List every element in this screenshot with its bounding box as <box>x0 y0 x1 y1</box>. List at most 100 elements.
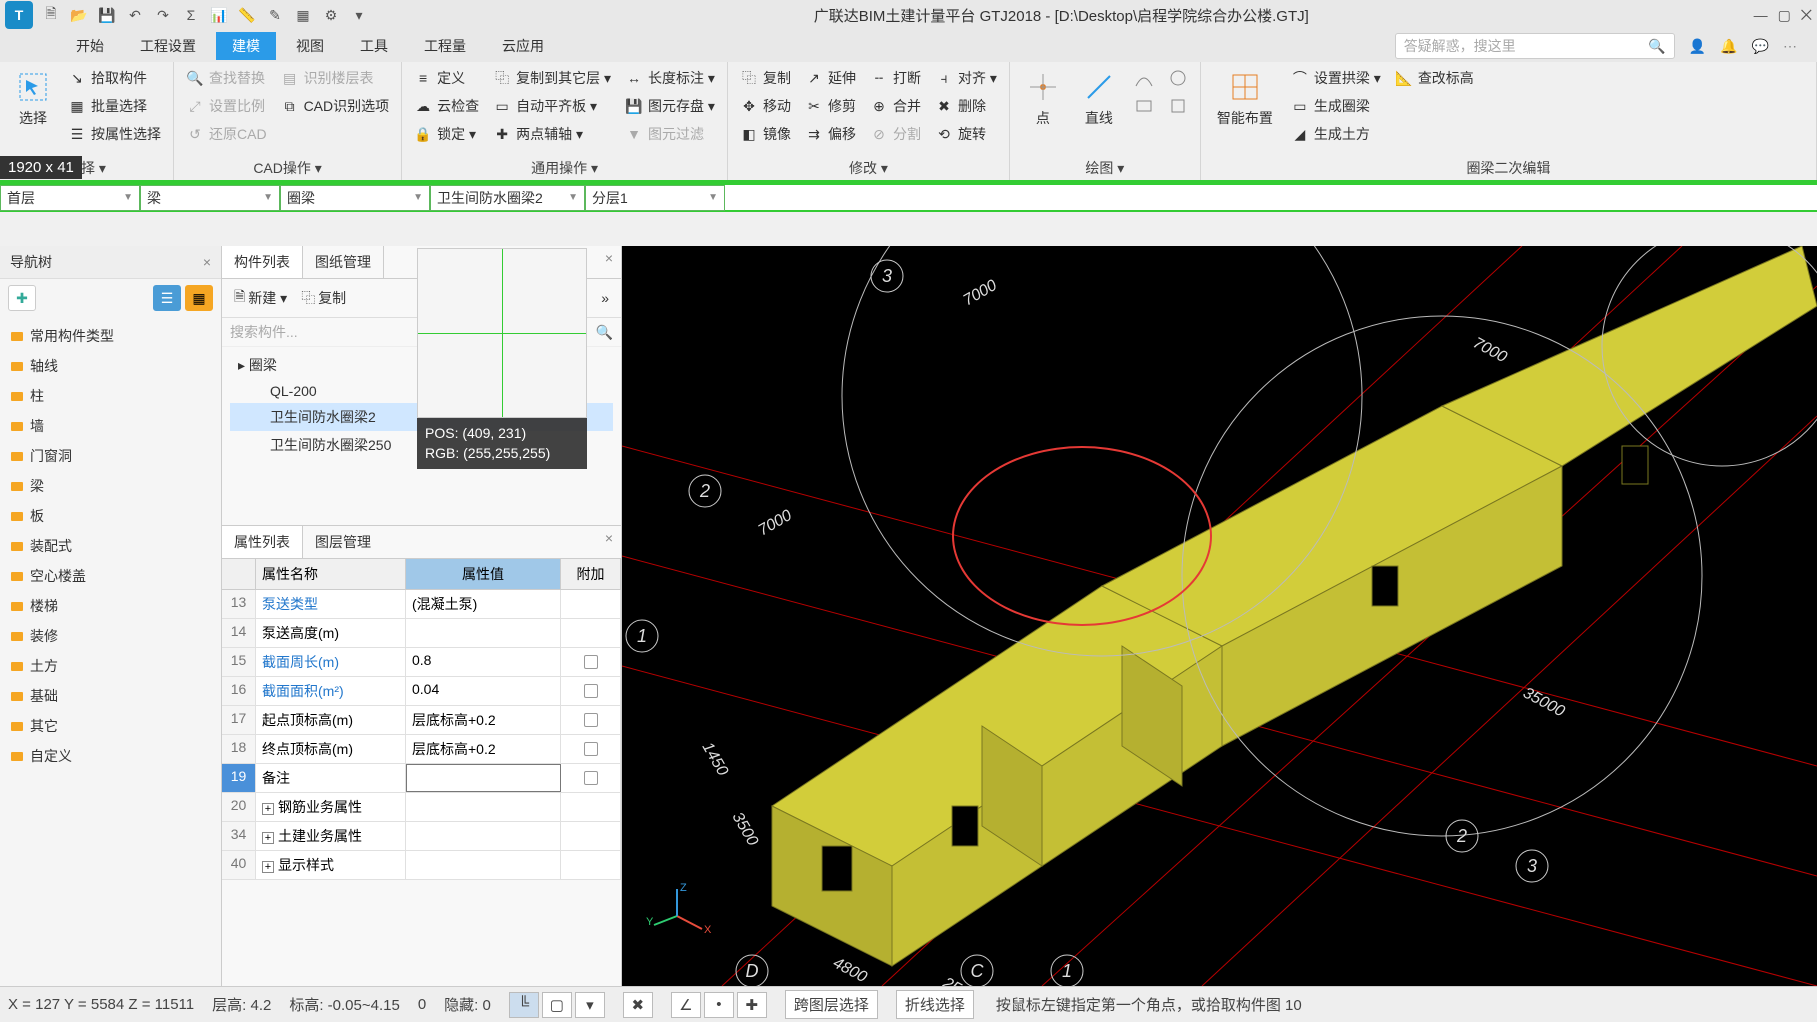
snap-cross-icon[interactable]: ✚ <box>737 992 767 1018</box>
snap-angle-icon[interactable]: ∠ <box>671 992 701 1018</box>
lock[interactable]: 🔒锁定 ▾ <box>410 122 483 146</box>
cloud-check[interactable]: ☁云检查 <box>410 94 483 118</box>
nav-item[interactable]: 轴线 <box>0 351 221 381</box>
property-row[interactable]: 13泵送类型(混凝土泵) <box>222 590 621 619</box>
polyline-select[interactable]: 折线选择 <box>896 990 974 1019</box>
type-dropdown[interactable]: 圈梁▼ <box>280 185 430 211</box>
nav-item[interactable]: 装修 <box>0 621 221 651</box>
dropdown-icon[interactable]: ▾ <box>349 5 369 25</box>
batch-select[interactable]: ▦批量选择 <box>64 94 165 118</box>
polygon-tool[interactable] <box>1164 94 1192 118</box>
tab-property-list[interactable]: 属性列表 <box>222 526 303 558</box>
nav-item[interactable]: 板 <box>0 501 221 531</box>
rotate[interactable]: ⟲旋转 <box>931 122 1001 146</box>
select-tool[interactable]: 选择 <box>8 66 58 132</box>
more-icon[interactable]: » <box>597 288 613 308</box>
recognize-floor-table[interactable]: ▤识别楼层表 <box>277 66 394 90</box>
report-icon[interactable]: 📊 <box>209 5 229 25</box>
ribbon-label[interactable]: 修改 ▾ <box>736 156 1001 178</box>
view-mode-1[interactable]: ╚ <box>509 992 539 1018</box>
layer-dropdown[interactable]: 分层1▼ <box>585 185 725 211</box>
two-point-axis[interactable]: ✚两点辅轴 ▾ <box>489 122 615 146</box>
tab-cloud[interactable]: 云应用 <box>486 32 560 60</box>
element-filter[interactable]: ▼图元过滤 <box>621 122 719 146</box>
cross-layer-select[interactable]: 跨图层选择 <box>785 990 878 1019</box>
ribbon-label[interactable]: 通用操作 ▾ <box>410 156 719 178</box>
mirror[interactable]: ◧镜像 <box>736 122 795 146</box>
rect-tool[interactable] <box>1130 94 1158 118</box>
tab-project-settings[interactable]: 工程设置 <box>124 32 212 60</box>
view-mode-2[interactable]: ▢ <box>542 992 572 1018</box>
copy-to-other-layers[interactable]: ⿻复制到其它层 ▾ <box>489 66 615 90</box>
new-file-icon[interactable]: 🗎 <box>41 5 61 25</box>
trim[interactable]: ✂修剪 <box>801 94 860 118</box>
divide[interactable]: ⊘分割 <box>866 122 925 146</box>
ruler-icon[interactable]: 📏 <box>237 5 257 25</box>
arc-tool[interactable] <box>1130 66 1158 90</box>
property-row[interactable]: 20+钢筋业务属性 <box>222 793 621 822</box>
sum-icon[interactable]: Σ <box>181 5 201 25</box>
nav-item[interactable]: 门窗洞 <box>0 441 221 471</box>
property-row[interactable]: 18终点顶标高(m)层底标高+0.2 <box>222 735 621 764</box>
edit-icon[interactable]: ✎ <box>265 5 285 25</box>
list-view-icon[interactable]: ☰ <box>153 285 181 311</box>
property-row[interactable]: 17起点顶标高(m)层底标高+0.2 <box>222 706 621 735</box>
property-row[interactable]: 19备注 <box>222 764 621 793</box>
move[interactable]: ✥移动 <box>736 94 795 118</box>
snap-point-icon[interactable]: • <box>704 992 734 1018</box>
find-replace[interactable]: 🔍查找替换 <box>182 66 271 90</box>
break[interactable]: ╌打断 <box>866 66 925 90</box>
close-icon[interactable]: ⨉ <box>1801 7 1812 24</box>
redo-icon[interactable]: ↷ <box>153 5 173 25</box>
length-dimension[interactable]: ↔长度标注 ▾ <box>621 66 719 90</box>
pick-component[interactable]: ↘拾取构件 <box>64 66 165 90</box>
maximize-icon[interactable]: ▢ <box>1778 7 1791 24</box>
select-by-property[interactable]: ☰按属性选择 <box>64 122 165 146</box>
delete[interactable]: ✖删除 <box>931 94 1001 118</box>
generate-earthwork[interactable]: ◢生成土方 <box>1287 122 1385 146</box>
restore-cad[interactable]: ↺还原CAD <box>182 122 271 146</box>
copy[interactable]: ⿻复制 <box>736 66 795 90</box>
nav-item[interactable]: 墙 <box>0 411 221 441</box>
tab-tools[interactable]: 工具 <box>344 32 404 60</box>
property-row[interactable]: 40+显示样式 <box>222 851 621 880</box>
property-row[interactable]: 34+土建业务属性 <box>222 822 621 851</box>
search-icon[interactable]: 🔍 <box>596 324 613 341</box>
nav-item[interactable]: 自定义 <box>0 741 221 771</box>
extend[interactable]: ↗延伸 <box>801 66 860 90</box>
nav-item[interactable]: 梁 <box>0 471 221 501</box>
search-icon[interactable]: 🔍 <box>1648 38 1665 55</box>
save-icon[interactable]: 💾 <box>97 5 117 25</box>
floor-dropdown[interactable]: 首层▼ <box>0 185 140 211</box>
tab-quantity[interactable]: 工程量 <box>408 32 482 60</box>
set-arch-beam[interactable]: ⌒设置拱梁 ▾ <box>1287 66 1385 90</box>
ribbon-label[interactable]: 绘图 ▾ <box>1018 156 1192 178</box>
cad-recognition-options[interactable]: ⧉CAD识别选项 <box>277 94 394 118</box>
tab-layer-management[interactable]: 图层管理 <box>303 526 383 558</box>
user-icon[interactable]: 👤 <box>1689 38 1706 55</box>
align[interactable]: ⫞对齐 ▾ <box>931 66 1001 90</box>
settings-icon[interactable]: ⚙ <box>321 5 341 25</box>
change-elevation[interactable]: 📐查改标高 <box>1391 66 1478 90</box>
nav-item[interactable]: 基础 <box>0 681 221 711</box>
tab-drawing-management[interactable]: 图纸管理 <box>303 246 384 278</box>
nav-item[interactable]: 装配式 <box>0 531 221 561</box>
join[interactable]: ⊕合并 <box>866 94 925 118</box>
nav-item[interactable]: 土方 <box>0 651 221 681</box>
grid-icon[interactable]: ▦ <box>293 5 313 25</box>
minimize-icon[interactable]: — <box>1754 7 1768 24</box>
set-scale[interactable]: ⤢设置比例 <box>182 94 271 118</box>
nav-item[interactable]: 空心楼盖 <box>0 561 221 591</box>
panel-close-icon[interactable]: × <box>597 246 621 278</box>
nav-item[interactable]: 柱 <box>0 381 221 411</box>
property-row[interactable]: 15截面周长(m)0.8 <box>222 648 621 677</box>
close-view-icon[interactable]: ✖ <box>623 992 653 1018</box>
more-icon[interactable]: ⋯ <box>1783 38 1797 55</box>
undo-icon[interactable]: ↶ <box>125 5 145 25</box>
help-search[interactable]: 答疑解惑，搜这里 🔍 <box>1395 33 1675 59</box>
tab-start[interactable]: 开始 <box>60 32 120 60</box>
define[interactable]: ≡定义 <box>410 66 483 90</box>
instance-dropdown[interactable]: 卫生间防水圈梁2▼ <box>430 185 585 211</box>
chat-icon[interactable]: 💬 <box>1752 38 1769 55</box>
3d-viewport[interactable]: 3 2 1 D C 1 2 3 7000 7000 1450 3500 4800… <box>622 246 1817 986</box>
